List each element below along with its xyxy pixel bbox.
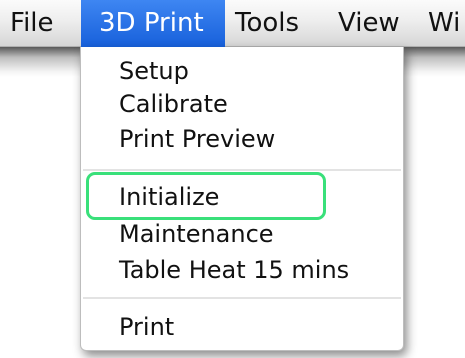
menu-bar: File 3D Print Tools View Wi xyxy=(0,0,465,47)
menu-tools[interactable]: Tools xyxy=(235,0,299,47)
menu-window[interactable]: Wi xyxy=(428,0,460,47)
menu-separator xyxy=(83,169,401,171)
menu-3d-print[interactable]: 3D Print xyxy=(81,0,225,47)
menu-item-table-heat[interactable]: Table Heat 15 mins xyxy=(119,255,349,285)
initialize-highlight-outline xyxy=(86,172,326,220)
menu-item-setup[interactable]: Setup xyxy=(119,56,189,86)
menu-item-calibrate[interactable]: Calibrate xyxy=(119,89,228,119)
menu-item-maintenance[interactable]: Maintenance xyxy=(119,219,274,249)
menu-item-print[interactable]: Print xyxy=(119,312,174,342)
menu-view[interactable]: View xyxy=(338,0,400,47)
menu-separator xyxy=(83,297,401,299)
menu-file[interactable]: File xyxy=(10,0,54,47)
menu-item-print-preview[interactable]: Print Preview xyxy=(119,124,275,154)
